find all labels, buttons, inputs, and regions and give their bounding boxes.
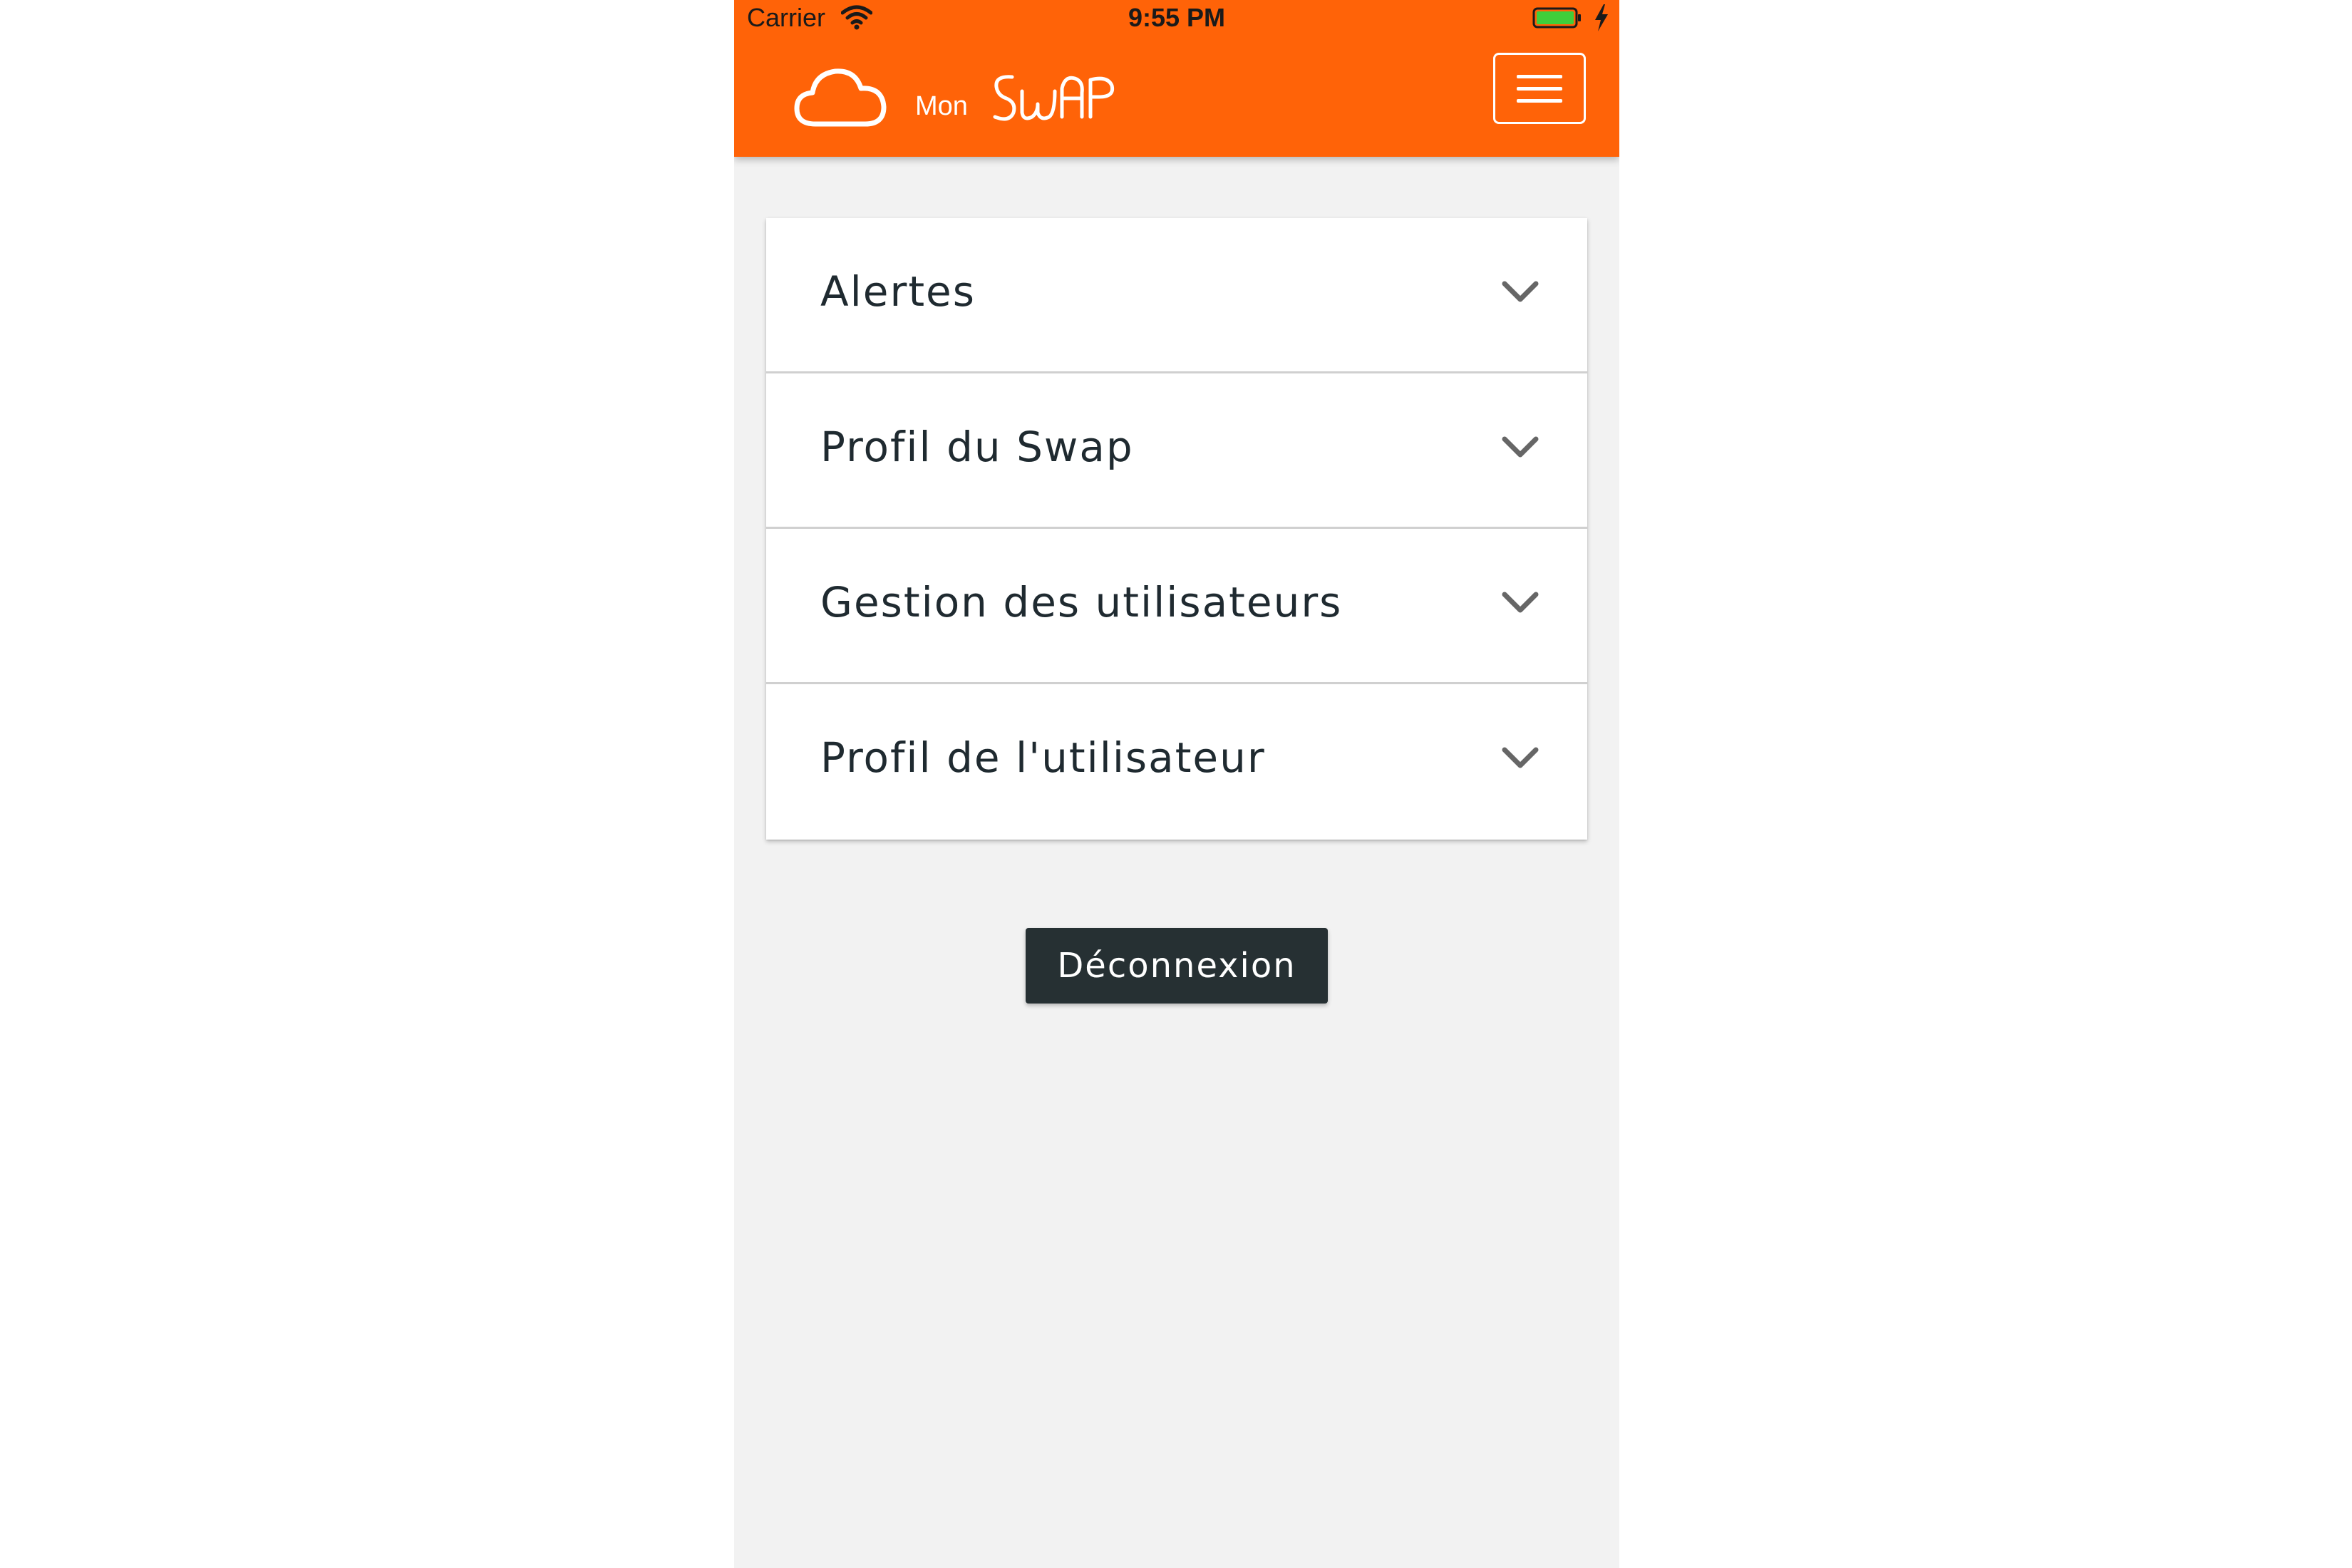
app-header: Carrier 9:55 PM Mon: [734, 0, 1619, 157]
logo-mon-text: Mon: [915, 91, 968, 121]
status-bar: Carrier 9:55 PM: [734, 0, 1619, 40]
accordion-item-alertes[interactable]: Alertes: [766, 218, 1587, 373]
chevron-down-icon: [1502, 281, 1539, 302]
accordion-item-profil-utilisateur[interactable]: Profil de l'utilisateur: [766, 684, 1587, 840]
clock: 9:55 PM: [1128, 3, 1226, 32]
chevron-down-icon: [1502, 436, 1539, 458]
hamburger-menu-button[interactable]: [1493, 53, 1586, 124]
accordion-item-label: Profil du Swap: [820, 423, 1134, 471]
chevron-down-icon: [1502, 747, 1539, 768]
charging-bolt-icon: [1595, 4, 1608, 31]
cloud-icon: [794, 68, 887, 127]
accordion-item-label: Profil de l'utilisateur: [820, 733, 1266, 782]
chevron-down-icon: [1502, 592, 1539, 613]
accordion-item-label: Alertes: [820, 267, 976, 316]
accordion-item-gestion-utilisateurs[interactable]: Gestion des utilisateurs: [766, 529, 1587, 684]
settings-accordion: Alertes Profil du Swap Gestion des utili…: [766, 218, 1587, 840]
logout-button[interactable]: Déconnexion: [1026, 928, 1328, 1004]
hamburger-menu-icon-bar: [1517, 99, 1562, 103]
accordion-item-profil-swap[interactable]: Profil du Swap: [766, 373, 1587, 529]
app-screen: Carrier 9:55 PM Mon Alertes Profil du Sw…: [734, 0, 1619, 1568]
hamburger-menu-icon-bar: [1517, 87, 1562, 91]
accordion-item-label: Gestion des utilisateurs: [820, 578, 1343, 626]
battery-charging-icon: [1532, 7, 1581, 29]
swap-logo: [993, 75, 1115, 121]
hamburger-menu-icon: [1517, 75, 1562, 78]
